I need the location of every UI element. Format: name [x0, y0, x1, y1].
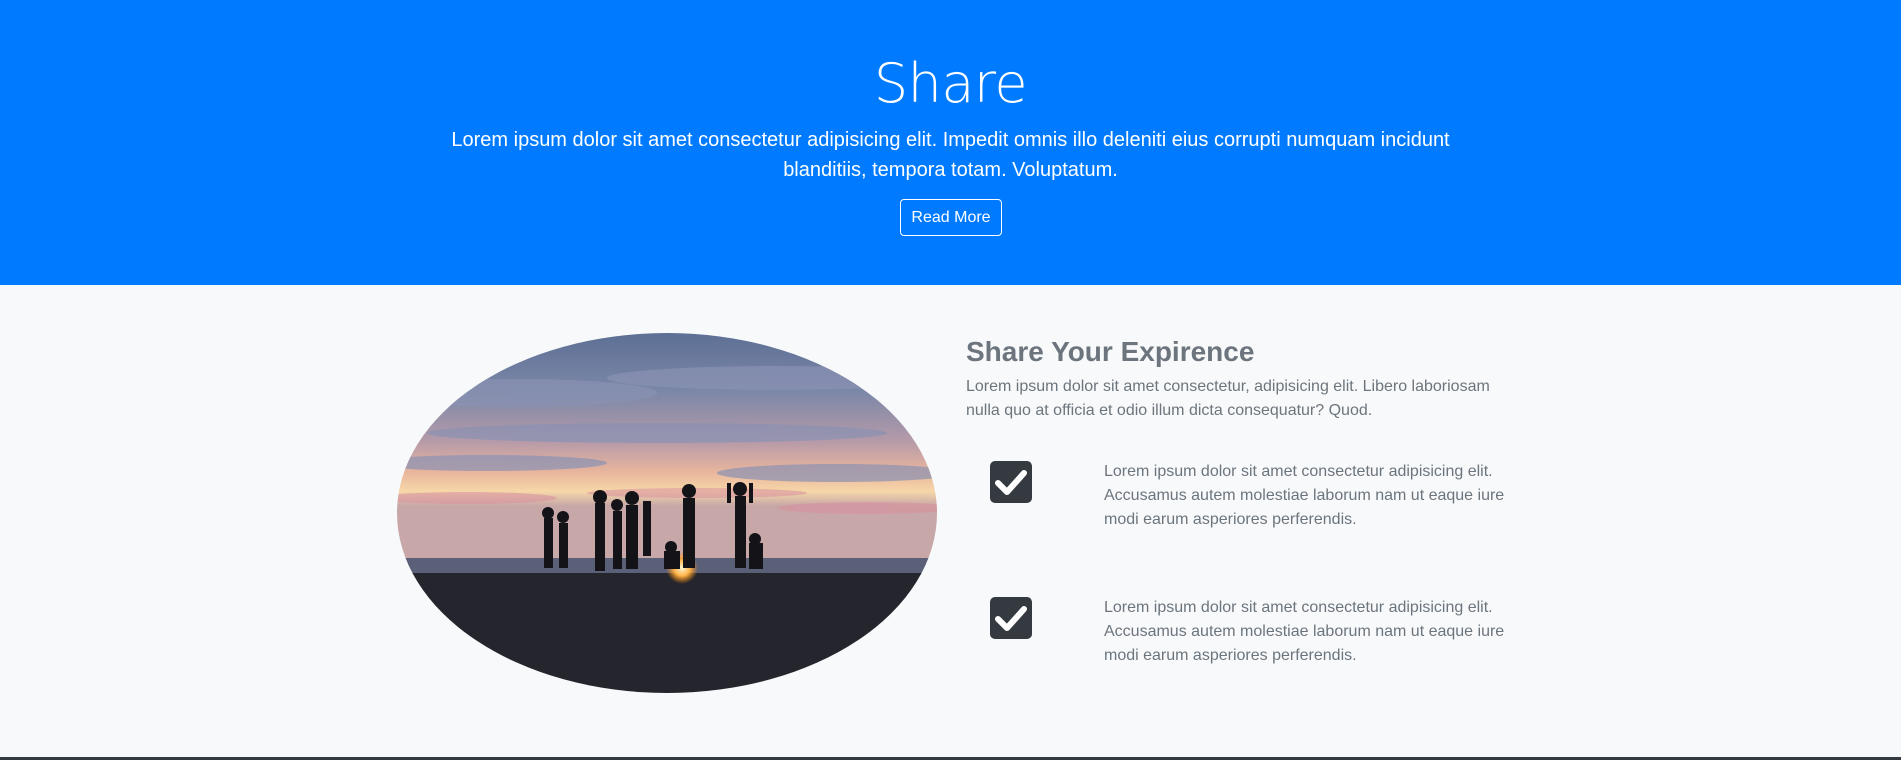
hero-section: Share Lorem ipsum dolor sit amet consect… [0, 0, 1901, 285]
beach-bonfire-photo [397, 333, 937, 693]
check-square-icon [990, 461, 1032, 503]
feature-text: Lorem ipsum dolor sit amet consectetur a… [1104, 599, 1505, 664]
experience-heading: Share Your Expirence [966, 336, 1255, 367]
experience-text: Lorem ipsum dolor sit amet consectetur, … [966, 378, 1490, 419]
experience-section: Share Your Expirence Lorem ipsum dolor s… [0, 285, 1901, 760]
hero-text: Lorem ipsum dolor sit amet consectetur a… [451, 129, 1450, 181]
read-more-button[interactable]: Read More [900, 199, 1002, 236]
hero-title: Share [873, 52, 1028, 115]
check-square-icon [990, 597, 1032, 639]
experience-content: Share Your Expirence Lorem ipsum dolor s… [966, 333, 1506, 664]
feature-text: Lorem ipsum dolor sit amet consectetur a… [1104, 463, 1505, 528]
